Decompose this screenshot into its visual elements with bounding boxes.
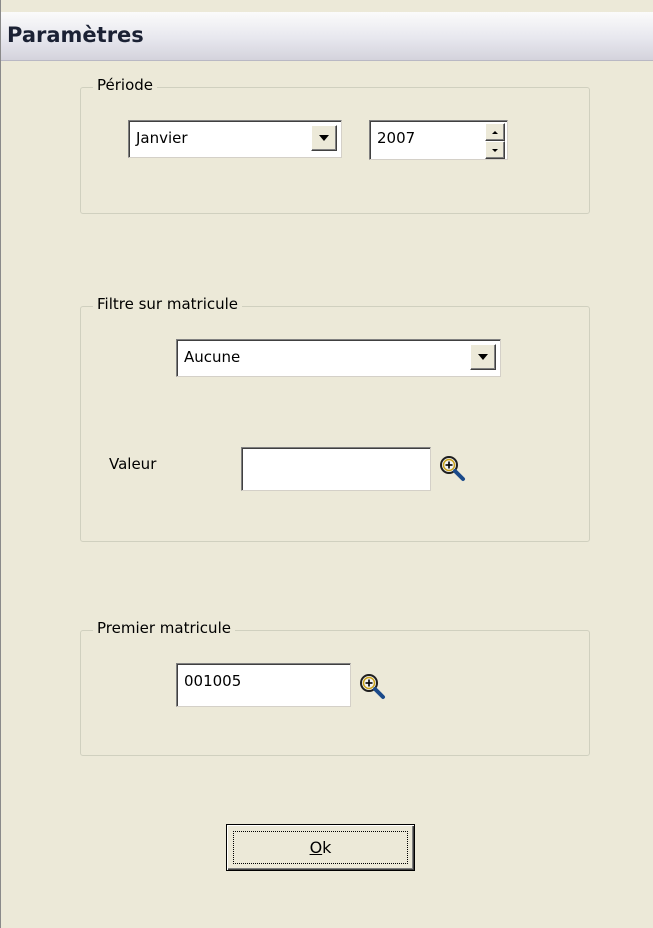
year-spin-up-button[interactable] [485, 123, 505, 141]
premier-matricule-value: 001005 [184, 672, 242, 690]
filter-select-value: Aucune [184, 348, 241, 366]
ok-label-rest: k [322, 838, 332, 857]
year-spinner[interactable]: 2007 [369, 120, 508, 160]
chevron-down-icon [319, 135, 329, 141]
year-spin-down-button[interactable] [485, 141, 505, 159]
year-spin-buttons [485, 123, 505, 159]
month-select[interactable]: Janvier [128, 120, 342, 158]
year-spinner-value: 2007 [377, 129, 416, 147]
month-select-value: Janvier [136, 129, 188, 147]
valeur-label: Valeur [109, 455, 157, 473]
filter-select-dropdown-button[interactable] [470, 344, 496, 370]
magnifier-search-icon[interactable] [437, 453, 467, 483]
parameters-dialog: Paramètres Période Janvier 2007 Filtre s… [0, 0, 653, 928]
periode-group: Période Janvier 2007 [80, 76, 590, 214]
premier-matricule-legend: Premier matricule [93, 619, 235, 637]
filtre-legend: Filtre sur matricule [93, 295, 243, 313]
premier-matricule-input[interactable]: 001005 [176, 663, 351, 707]
ok-button[interactable]: Ok [226, 824, 415, 871]
spin-up-icon [492, 130, 498, 134]
premier-matricule-group: Premier matricule 001005 [80, 619, 590, 756]
chevron-down-icon [478, 354, 488, 360]
magnifier-search-icon[interactable] [357, 671, 387, 701]
ok-button-label: Ok [310, 838, 332, 857]
valeur-input[interactable] [241, 447, 431, 491]
periode-legend: Période [93, 76, 158, 94]
spin-down-icon [492, 148, 498, 152]
window-title: Paramètres [7, 23, 144, 47]
filter-select[interactable]: Aucune [176, 339, 501, 377]
ok-mnemonic: O [309, 838, 323, 857]
filtre-group: Filtre sur matricule Aucune Valeur [80, 295, 590, 542]
title-bar: Paramètres [1, 12, 653, 61]
month-select-dropdown-button[interactable] [311, 125, 337, 151]
